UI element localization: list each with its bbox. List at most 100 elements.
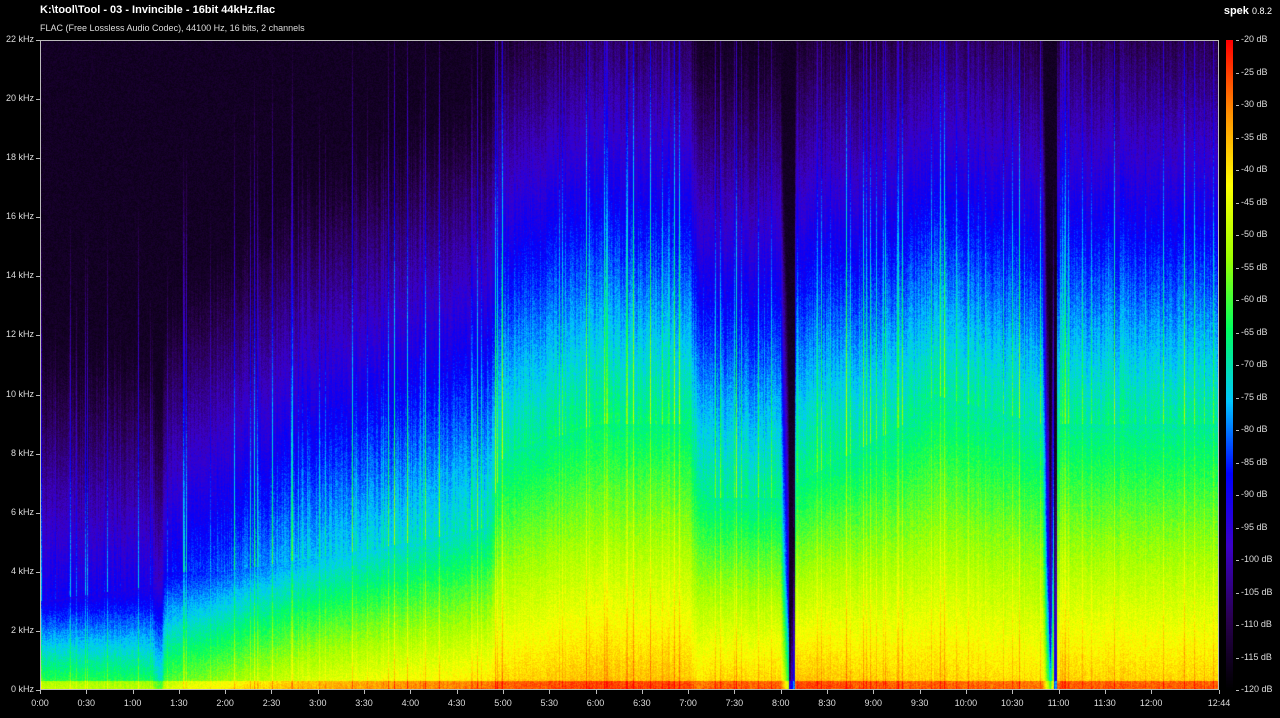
colorbar-tick-mark	[1236, 332, 1239, 334]
colorbar-tick-mark	[1236, 495, 1239, 496]
y-tick-mark	[36, 394, 40, 396]
y-tick-mark	[36, 571, 40, 573]
colorbar-tick-mark	[1236, 592, 1239, 594]
x-tick-mark	[827, 690, 829, 694]
colorbar-tick-label: -80 dB	[1241, 424, 1268, 434]
y-tick-mark	[36, 158, 40, 160]
x-tick-label: 6:00	[586, 698, 605, 708]
y-tick-label: 4 kHz	[10, 565, 34, 576]
y-tick-mark	[36, 512, 40, 514]
colorbar-tick-mark	[1236, 137, 1239, 139]
colorbar-tick-label: -110 dB	[1241, 619, 1272, 629]
app-brand: spek 0.8.2	[1224, 5, 1272, 17]
x-tick-label: 11:00	[1047, 698, 1070, 708]
y-tick-mark	[36, 690, 40, 691]
x-tick-mark	[919, 690, 921, 694]
y-tick-mark	[36, 40, 40, 41]
x-tick-label: 8:00	[771, 698, 790, 708]
x-tick-mark	[734, 690, 736, 694]
colorbar-tick-label: -55 dB	[1241, 261, 1268, 272]
x-tick-label: 3:30	[355, 698, 373, 708]
x-tick-label: 10:00	[954, 698, 978, 708]
app-version: 0.8.2	[1251, 6, 1272, 16]
x-tick-mark	[1151, 690, 1153, 694]
y-tick-label: 0 kHz	[10, 684, 34, 694]
colorbar-tick-mark	[1236, 397, 1239, 399]
colorbar-tick-label: -30 dB	[1241, 99, 1268, 109]
x-tick-label: 7:30	[725, 698, 744, 708]
x-tick-label: 12:00	[1139, 698, 1163, 708]
colorbar-tick-label: -60 dB	[1241, 294, 1268, 304]
y-tick-label: 14 kHz	[5, 270, 34, 281]
colorbar-tick-label: -90 dB	[1241, 489, 1268, 499]
colorbar-tick-mark	[1236, 625, 1239, 626]
x-tick-mark	[40, 690, 41, 694]
x-tick-label: 5:00	[494, 698, 512, 708]
plot-frame	[40, 40, 1219, 690]
y-tick-label: 2 kHz	[10, 624, 34, 635]
colorbar-tick-label: -50 dB	[1241, 229, 1268, 239]
y-tick-label: 18 kHz	[5, 152, 34, 163]
colorbar-tick-mark	[1236, 235, 1239, 236]
x-tick-label: 11:30	[1093, 698, 1116, 708]
y-tick-mark	[36, 217, 40, 219]
x-tick-mark	[688, 690, 690, 694]
colorbar-tick-label: -100 dB	[1241, 554, 1273, 564]
x-tick-mark	[549, 690, 551, 694]
colorbar-tick-label: -35 dB	[1241, 131, 1268, 142]
y-tick-mark	[36, 276, 40, 278]
x-tick-label: 9:00	[864, 698, 883, 708]
x-tick-label: 4:00	[401, 698, 420, 708]
colorbar-tick-label: -65 dB	[1241, 326, 1268, 337]
x-tick-mark	[595, 690, 597, 694]
colorbar-tick-label: -45 dB	[1241, 196, 1268, 207]
colorbar-tick-mark	[1236, 202, 1239, 204]
x-tick-label: 4:30	[447, 698, 466, 708]
x-tick-label: 7:00	[679, 698, 697, 708]
y-tick-label: 6 kHz	[10, 506, 34, 517]
x-tick-mark	[225, 690, 227, 694]
colorbar-tick-mark	[1236, 560, 1239, 561]
x-tick-mark	[873, 690, 875, 694]
x-tick-mark	[1012, 690, 1014, 694]
colorbar-tick-mark	[1236, 40, 1239, 41]
colorbar-tick-mark	[1236, 267, 1239, 269]
x-tick-mark	[641, 690, 643, 694]
file-info: FLAC (Free Lossless Audio Codec), 44100 …	[40, 23, 305, 33]
x-tick-label: 3:00	[309, 698, 327, 708]
colorbar-tick-mark	[1236, 657, 1239, 659]
x-tick-mark	[965, 690, 967, 694]
x-tick-label: 12:44	[1207, 698, 1231, 708]
y-tick-mark	[36, 99, 40, 101]
colorbar-tick-label: -40 dB	[1241, 164, 1268, 174]
colorbar-tick-mark	[1236, 527, 1239, 529]
colorbar-tick-mark	[1236, 72, 1239, 74]
colorbar-tick-mark	[1236, 300, 1239, 301]
x-tick-label: 0:30	[77, 698, 96, 708]
file-title: K:\tool\Tool - 03 - Invincible - 16bit 4…	[40, 4, 276, 16]
colorbar-tick-label: -105 dB	[1241, 586, 1273, 597]
x-tick-label: 6:30	[633, 698, 651, 708]
colorbar-tick-label: -120 dB	[1241, 684, 1273, 694]
colorbar-tick-label: -85 dB	[1241, 456, 1268, 467]
x-tick-label: 0:00	[31, 698, 49, 708]
colorbar-tick-label: -115 dB	[1241, 651, 1272, 662]
x-tick-mark	[271, 690, 273, 694]
x-tick-label: 5:30	[540, 698, 559, 708]
colorbar-tick-label: -25 dB	[1241, 66, 1268, 77]
colorbar-tick-label: -95 dB	[1241, 521, 1268, 532]
y-tick-mark	[36, 630, 40, 632]
y-tick-label: 10 kHz	[5, 388, 34, 399]
colorbar-tick-mark	[1236, 690, 1239, 691]
x-tick-mark	[502, 690, 504, 694]
colorbar-tick-mark	[1236, 105, 1239, 106]
x-tick-mark	[178, 690, 180, 694]
x-tick-mark	[86, 690, 88, 694]
x-tick-mark	[1219, 690, 1220, 694]
colorbar-tick-mark	[1236, 430, 1239, 431]
colorbar-tick-label: -70 dB	[1241, 359, 1268, 369]
x-tick-label: 2:00	[216, 698, 234, 708]
x-tick-mark	[317, 690, 319, 694]
x-tick-label: 8:30	[818, 698, 836, 708]
colorbar-tick-label: -20 dB	[1241, 34, 1268, 44]
